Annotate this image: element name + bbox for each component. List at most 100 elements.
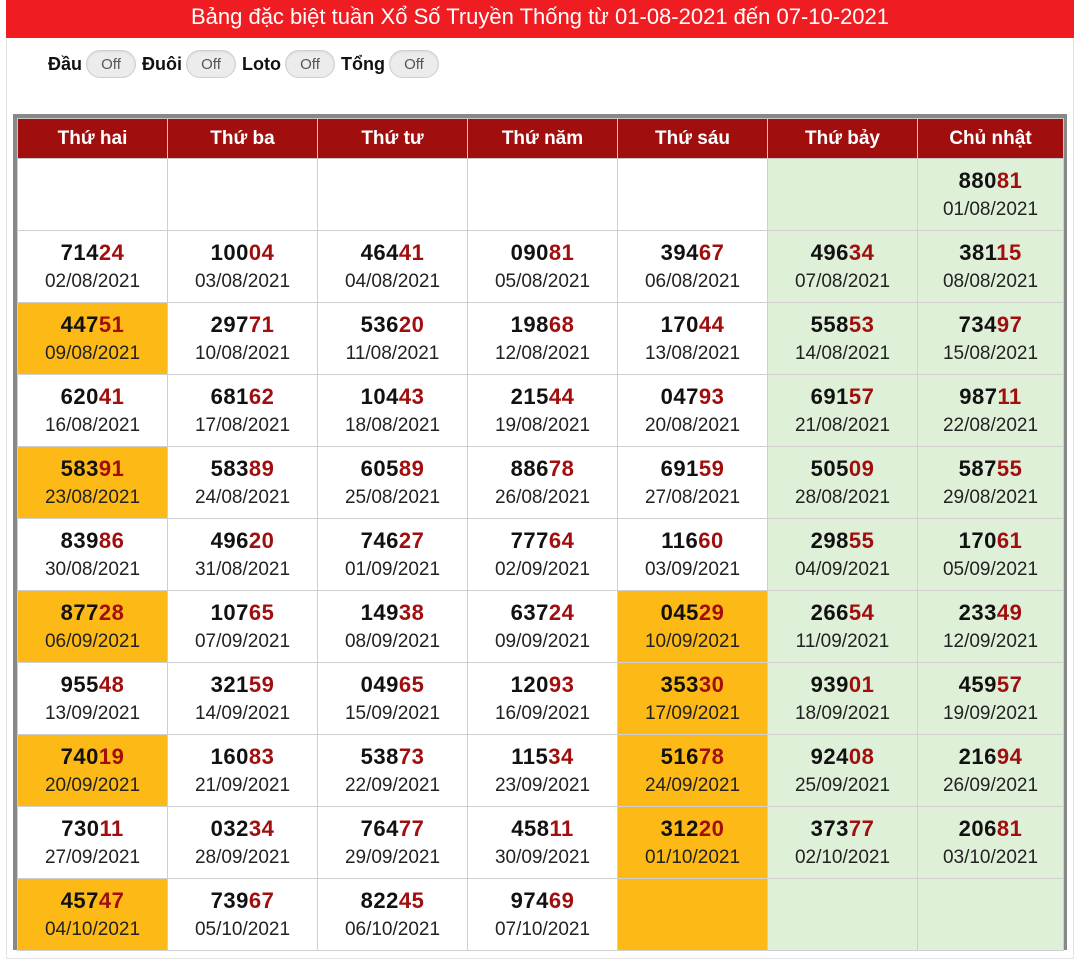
header-wednesday: Thứ tư: [317, 118, 468, 159]
result-date: 03/10/2021: [942, 846, 1039, 868]
result-date: 27/09/2021: [44, 846, 141, 868]
result-date: 01/10/2021: [644, 846, 741, 868]
result-cell: 53873 22/09/2021: [317, 734, 468, 807]
result-number: 95548: [18, 671, 167, 699]
result-date: 07/08/2021: [794, 270, 891, 292]
result-number: 04793: [618, 383, 767, 411]
header-tuesday: Thứ ba: [167, 118, 318, 159]
result-cell: 55853 14/08/2021: [767, 302, 918, 375]
toggle-loto[interactable]: Off: [285, 50, 335, 78]
number-last-two: 93: [698, 383, 725, 409]
number-last-two: 89: [248, 455, 275, 481]
number-head: 739: [210, 887, 249, 913]
toggle-label-dau: Đầu: [48, 53, 83, 74]
number-head: 777: [510, 527, 549, 553]
number-head: 170: [958, 527, 997, 553]
result-date: 26/08/2021: [494, 486, 591, 508]
result-number: 29855: [768, 527, 917, 555]
result-number: 73967: [168, 887, 317, 915]
number-head: 116: [661, 527, 699, 553]
number-last-two: 94: [996, 743, 1023, 769]
result-cell: 92408 25/09/2021: [767, 734, 918, 807]
result-cell: 73497 15/08/2021: [917, 302, 1064, 375]
number-last-two: 81: [548, 239, 575, 265]
result-date: 02/09/2021: [494, 558, 591, 580]
result-date: 07/09/2021: [194, 630, 291, 652]
number-last-two: 97: [996, 311, 1023, 337]
table-row: 88081 01/08/2021: [17, 158, 1064, 231]
toggle-tong[interactable]: Off: [388, 50, 439, 78]
toggle-duoi[interactable]: Off: [186, 50, 237, 78]
result-number: 74627: [318, 527, 467, 555]
result-number: 11534: [468, 743, 617, 771]
number-last-two: 24: [548, 599, 575, 625]
number-head: 637: [510, 599, 549, 625]
result-date: 03/09/2021: [644, 558, 741, 580]
result-number: 50509: [768, 455, 917, 483]
result-date: 24/08/2021: [194, 486, 291, 508]
result-date: 20/09/2021: [44, 774, 141, 796]
result-number: 58389: [168, 455, 317, 483]
result-cell: 29771 10/08/2021: [167, 302, 318, 375]
result-date: 26/09/2021: [942, 774, 1039, 796]
number-head: 877: [60, 599, 99, 625]
number-last-two: 30: [698, 671, 725, 697]
number-last-two: 54: [848, 599, 875, 625]
result-date: 30/08/2021: [44, 558, 141, 580]
number-last-two: 20: [698, 815, 725, 841]
number-head: 381: [959, 239, 997, 265]
result-cell: 12093 16/09/2021: [467, 662, 618, 735]
number-last-two: 91: [98, 455, 125, 481]
number-last-two: 83: [248, 743, 275, 769]
result-number: 37377: [768, 815, 917, 843]
number-head: 516: [660, 743, 699, 769]
result-cell: 20681 03/10/2021: [917, 806, 1064, 879]
result-cell: 73011 27/09/2021: [17, 806, 168, 879]
number-last-two: 59: [698, 455, 725, 481]
number-last-two: 29: [698, 599, 725, 625]
number-head: 955: [60, 671, 99, 697]
result-date: 05/08/2021: [494, 270, 591, 292]
number-last-two: 78: [548, 455, 575, 481]
result-number: 63724: [468, 599, 617, 627]
number-head: 298: [810, 527, 849, 553]
number-last-two: 67: [248, 887, 275, 913]
number-head: 215: [510, 383, 549, 409]
result-cell: [767, 158, 918, 231]
result-date: 22/08/2021: [942, 414, 1039, 436]
result-number: 98711: [918, 383, 1063, 411]
number-head: 538: [360, 743, 399, 769]
result-date: 12/08/2021: [494, 342, 591, 364]
number-last-two: 11: [997, 383, 1022, 409]
number-head: 764: [360, 815, 399, 841]
number-head: 170: [660, 311, 699, 337]
number-head: 558: [810, 311, 849, 337]
filter-toggles: Đầu Off Đuôi Off Loto Off Tổng Off: [48, 48, 445, 80]
result-date: 27/08/2021: [644, 486, 741, 508]
number-head: 115: [511, 743, 549, 769]
result-date: 23/09/2021: [494, 774, 591, 796]
result-date: 06/09/2021: [44, 630, 141, 652]
result-cell: 82245 06/10/2021: [317, 878, 468, 951]
result-cell: 21694 26/09/2021: [917, 734, 1064, 807]
number-head: 045: [660, 599, 699, 625]
result-date: 07/10/2021: [494, 918, 591, 940]
result-cell: 87728 06/09/2021: [17, 590, 168, 663]
result-number: 44751: [18, 311, 167, 339]
table-row: 58391 23/08/2021 58389 24/08/2021 60589 25/08…: [17, 446, 1064, 519]
number-head: 459: [958, 671, 997, 697]
result-date: 29/09/2021: [344, 846, 441, 868]
number-last-two: 77: [848, 815, 875, 841]
result-number: 45811: [468, 815, 617, 843]
result-date: 04/08/2021: [344, 270, 441, 292]
number-last-two: 34: [248, 815, 275, 841]
toggle-dau[interactable]: Off: [86, 50, 137, 78]
number-head: 536: [360, 311, 399, 337]
header-row: Thứ hai Thứ ba Thứ tư Thứ năm Thứ sáu Th…: [17, 118, 1064, 159]
number-last-two: 19: [98, 743, 125, 769]
header-sunday: Chủ nhật: [917, 118, 1064, 159]
number-head: 447: [60, 311, 99, 337]
number-last-two: 34: [548, 743, 574, 769]
result-date: 24/09/2021: [644, 774, 741, 796]
result-number: 14938: [318, 599, 467, 627]
